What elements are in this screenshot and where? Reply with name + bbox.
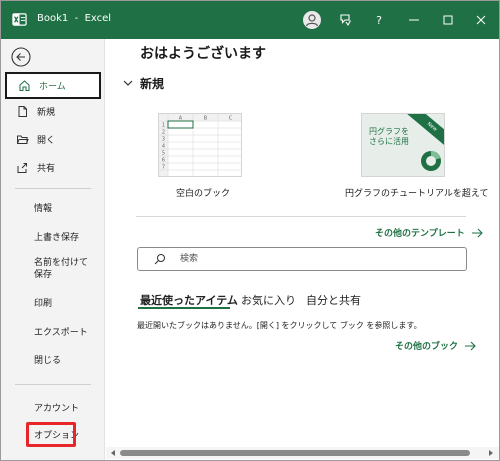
sidebar-divider: [15, 188, 91, 189]
row-header: 2: [162, 130, 165, 136]
back-arrow-icon[interactable]: [10, 46, 32, 68]
excel-logo-icon: [12, 13, 27, 26]
more-templates-label: その他のテンプレート: [375, 229, 465, 239]
column-header: B: [204, 116, 208, 122]
sidebar-item-info[interactable]: 情報: [34, 201, 52, 214]
row-header: 1: [162, 123, 165, 129]
sidebar-divider: [15, 384, 91, 385]
minimize-button[interactable]: [402, 9, 426, 31]
sidebar-item-export[interactable]: エクスポート: [34, 325, 88, 338]
pie-chart-tutorial-label[interactable]: 円グラフのチュートリアルを超えて: [345, 186, 488, 199]
backstage-sidebar: ホーム 新規 開く 共有 情報 上書き保存 名前を付けて保存 印刷 エクスポート…: [1, 39, 105, 460]
arrow-right-icon: [471, 228, 483, 237]
row-header: 4: [162, 144, 165, 150]
sidebar-item-label: 新規: [37, 108, 56, 118]
share-icon: [15, 161, 29, 175]
arrow-right-icon: [465, 341, 476, 350]
sidebar-item-label: 開く: [37, 136, 56, 146]
search-box[interactable]: [137, 247, 467, 271]
sidebar-item-new[interactable]: 新規: [5, 98, 101, 125]
minimize-icon: [409, 19, 419, 21]
blank-workbook-thumbnail[interactable]: ABC1234567: [158, 113, 242, 177]
sidebar-item-label: 共有: [37, 164, 56, 174]
options-highlight-box: [26, 422, 76, 447]
sidebar-item-save[interactable]: 上書き保存: [34, 230, 79, 243]
help-button[interactable]: ?: [367, 9, 391, 31]
maximize-button[interactable]: [436, 9, 460, 31]
scroll-left-icon[interactable]: [109, 449, 117, 457]
maximize-icon: [443, 15, 453, 25]
sidebar-item-close[interactable]: 閉じる: [34, 353, 61, 366]
close-button[interactable]: [469, 9, 493, 31]
sidebar-item-home[interactable]: ホーム: [5, 72, 101, 99]
row-header: 6: [162, 158, 165, 164]
search-input[interactable]: [180, 252, 450, 266]
feedback-button[interactable]: [334, 9, 358, 31]
excel-window: Book1 - Excel ? ホーム 新規 開く 共有 情報 上書き保存 名前…: [0, 0, 500, 461]
active-cell: [167, 120, 194, 129]
backstage-main: おはようございます 新規 ABC1234567 空白のブック 円グラフを さらに…: [106, 39, 499, 460]
horizontal-scrollbar[interactable]: [106, 447, 499, 459]
row-header: 7: [162, 165, 165, 171]
open-folder-icon: [15, 133, 29, 147]
more-workbooks-label: その他のブック: [395, 342, 459, 352]
new-section-heading: 新規: [140, 77, 165, 91]
sidebar-item-print[interactable]: 印刷: [34, 296, 52, 309]
spreadsheet-grid-icon: A B C1234567: [159, 114, 241, 176]
page-title: おはようございます: [140, 46, 266, 62]
tab-recent[interactable]: 最近使ったアイテム: [140, 292, 238, 308]
new-document-icon: [15, 105, 29, 119]
document-title: Book1 - Excel: [37, 13, 112, 24]
chevron-down-icon[interactable]: [123, 79, 133, 87]
row-header: 5: [162, 151, 165, 157]
column-header: C: [229, 116, 233, 122]
title-bar: Book1 - Excel ?: [1, 1, 499, 39]
blank-workbook-label[interactable]: 空白のブック: [176, 186, 230, 199]
active-tab-indicator: [138, 307, 230, 309]
scrollbar-thumb[interactable]: [120, 450, 470, 456]
empty-recent-message: 最近開いたブックはありません。[開く] をクリックして ブック を参照します。: [137, 321, 422, 330]
section-divider: [136, 216, 466, 217]
pie-chart-icon: [421, 151, 441, 171]
more-templates-link[interactable]: その他のテンプレート: [375, 226, 483, 239]
sidebar-item-label: ホーム: [39, 82, 66, 92]
person-icon: [305, 14, 319, 27]
close-icon: [476, 15, 486, 25]
thumbnail-text: 円グラフを さらに活用: [369, 127, 409, 146]
tab-favorites[interactable]: お気に入り: [241, 292, 296, 308]
scroll-right-icon[interactable]: [487, 449, 495, 457]
home-icon: [17, 79, 31, 93]
tab-shared-with-me[interactable]: 自分と共有: [306, 292, 361, 308]
search-icon: [154, 254, 165, 265]
row-header: 3: [162, 137, 165, 143]
account-avatar[interactable]: [303, 11, 321, 29]
sidebar-item-open[interactable]: 開く: [5, 126, 101, 153]
sidebar-item-save-as[interactable]: 名前を付けて保存: [34, 257, 96, 281]
sidebar-item-share[interactable]: 共有: [5, 154, 101, 181]
more-workbooks-link[interactable]: その他のブック: [395, 339, 476, 352]
pie-chart-tutorial-thumbnail[interactable]: 円グラフを さらに活用 New: [361, 113, 445, 177]
sidebar-item-account[interactable]: アカウント: [34, 401, 79, 414]
feedback-icon: [340, 14, 351, 27]
